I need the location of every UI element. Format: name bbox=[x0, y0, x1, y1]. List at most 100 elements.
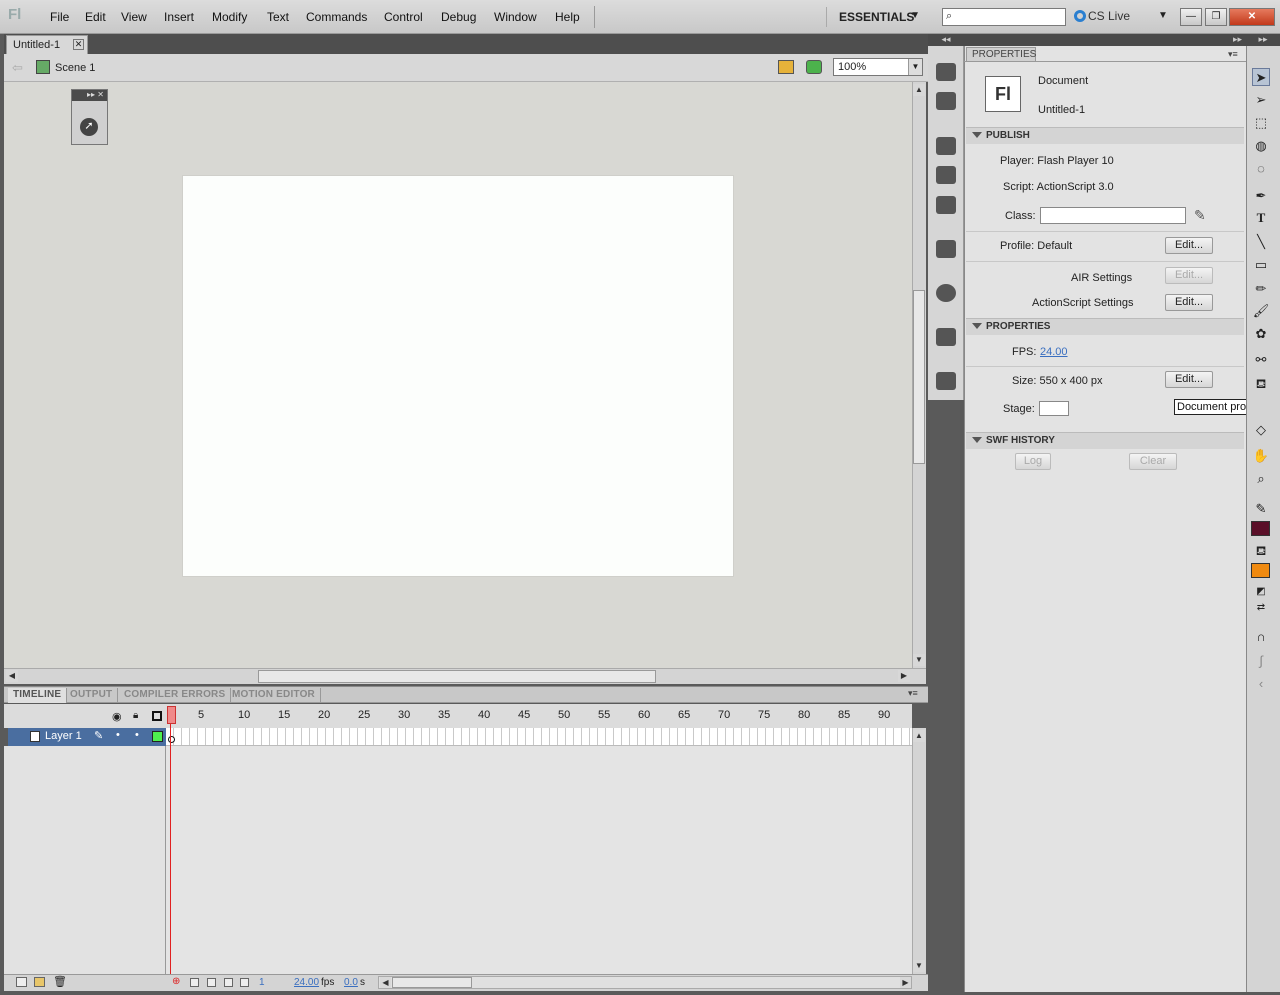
swatches-panel-icon[interactable] bbox=[936, 92, 956, 110]
scroll-right-icon[interactable]: ▶ bbox=[900, 977, 911, 988]
cs-live-button[interactable]: CS Live bbox=[1074, 9, 1130, 23]
text-tool-icon[interactable]: T bbox=[1252, 209, 1270, 227]
menu-window[interactable]: Window bbox=[494, 10, 537, 24]
panel-menu-icon[interactable]: ▾≡ bbox=[1228, 49, 1238, 60]
modify-markers-icon[interactable] bbox=[240, 978, 249, 987]
tab-motion-editor[interactable]: MOTION EDITOR bbox=[227, 688, 321, 703]
zoom-tool-icon[interactable]: ⌕ bbox=[1252, 470, 1270, 488]
cs-live-chevron-icon[interactable]: ▼ bbox=[1158, 10, 1168, 21]
mini-panel-header[interactable]: ▸▸ ✕ bbox=[72, 90, 107, 101]
pen-tool-icon[interactable]: ✒ bbox=[1252, 187, 1270, 205]
selection-tool-icon[interactable]: ➤ bbox=[1252, 68, 1270, 86]
pencil-icon[interactable]: ✎ bbox=[1194, 207, 1206, 224]
fps-value[interactable]: 24.00 bbox=[294, 977, 319, 988]
scroll-up-icon[interactable]: ▲ bbox=[913, 730, 925, 742]
layer-name[interactable]: Layer 1 bbox=[45, 730, 82, 742]
profile-edit-button[interactable]: Edit... bbox=[1165, 237, 1213, 254]
brush-tool-icon[interactable]: 🖌︎ bbox=[1252, 302, 1270, 320]
new-folder-icon[interactable] bbox=[34, 977, 45, 987]
menu-insert[interactable]: Insert bbox=[164, 10, 194, 24]
free-transform-tool-icon[interactable]: ⬚ bbox=[1252, 114, 1270, 132]
line-tool-icon[interactable]: ╲ bbox=[1252, 233, 1270, 251]
menu-commands[interactable]: Commands bbox=[306, 10, 367, 24]
visibility-dot-icon[interactable]: • bbox=[116, 729, 120, 741]
stage-color-swatch[interactable] bbox=[1039, 401, 1069, 416]
scroll-down-icon[interactable]: ▼ bbox=[913, 654, 925, 666]
smooth-icon[interactable]: ∫ bbox=[1252, 652, 1270, 670]
scroll-up-icon[interactable]: ▲ bbox=[913, 84, 925, 96]
swf-history-section-header[interactable]: SWF HISTORY bbox=[966, 432, 1244, 449]
snap-to-objects-icon[interactable]: ∩ bbox=[1252, 628, 1270, 646]
straighten-icon[interactable]: ‹ bbox=[1252, 675, 1270, 693]
class-input[interactable] bbox=[1040, 207, 1186, 224]
panel-menu-icon[interactable]: ▾≡ bbox=[908, 688, 918, 699]
edit-symbols-icon[interactable] bbox=[806, 60, 822, 74]
workspace-switcher[interactable]: ESSENTIALS ▼ bbox=[826, 7, 926, 27]
lock-icon[interactable]: 🔒︎ bbox=[133, 710, 138, 721]
publish-section-header[interactable]: PUBLISH bbox=[966, 127, 1244, 144]
color-panel-icon[interactable] bbox=[936, 63, 956, 81]
new-layer-icon[interactable] bbox=[16, 977, 27, 987]
current-frame[interactable]: 1 bbox=[259, 977, 265, 988]
size-edit-button[interactable]: Edit... bbox=[1165, 371, 1213, 388]
close-icon[interactable]: ✕ bbox=[73, 39, 84, 50]
lock-dot-icon[interactable]: • bbox=[135, 729, 139, 741]
components-panel-icon[interactable] bbox=[936, 166, 956, 184]
log-button[interactable]: Log bbox=[1015, 453, 1051, 470]
timeline-horizontal-scroll-thumb[interactable] bbox=[392, 977, 472, 988]
tab-compiler-errors[interactable]: COMPILER ERRORS bbox=[119, 688, 232, 703]
minimize-button[interactable]: — bbox=[1180, 8, 1202, 26]
eye-icon[interactable]: ◉ bbox=[112, 710, 122, 723]
chevron-down-icon[interactable]: ▼ bbox=[908, 59, 922, 75]
lasso-tool-icon[interactable]: ◌ bbox=[1252, 160, 1270, 178]
scene-label[interactable]: Scene 1 bbox=[55, 62, 95, 74]
onion-skin-icon[interactable] bbox=[190, 978, 199, 987]
menu-text[interactable]: Text bbox=[267, 10, 289, 24]
scroll-right-icon[interactable]: ▶ bbox=[898, 670, 910, 682]
restore-button[interactable]: ❐ bbox=[1205, 8, 1227, 26]
motion-presets-icon[interactable]: ➚ bbox=[80, 118, 98, 136]
trash-icon[interactable]: 🗑︎ bbox=[53, 975, 67, 988]
actionscript-settings-edit-button[interactable]: Edit... bbox=[1165, 294, 1213, 311]
air-settings-edit-button[interactable]: Edit... bbox=[1165, 267, 1213, 284]
menu-debug[interactable]: Debug bbox=[441, 10, 476, 24]
menu-file[interactable]: File bbox=[50, 10, 69, 24]
document-tab[interactable]: Untitled-1 ✕ bbox=[6, 35, 88, 54]
properties-section-header[interactable]: PROPERTIES bbox=[966, 318, 1244, 335]
info-icon[interactable] bbox=[936, 284, 956, 302]
playhead[interactable] bbox=[167, 706, 176, 724]
onion-outlines-icon[interactable] bbox=[207, 978, 216, 987]
swap-colors-icon[interactable]: ⇄ bbox=[1252, 599, 1270, 617]
back-arrow-icon[interactable]: ⇦ bbox=[12, 60, 23, 76]
stroke-color-swatch[interactable] bbox=[1251, 521, 1270, 536]
paint-bucket-tool-icon[interactable]: ⛾ bbox=[1252, 375, 1270, 393]
eraser-tool-icon[interactable]: ◇ bbox=[1252, 421, 1270, 439]
edit-scene-icon[interactable] bbox=[778, 60, 794, 74]
transform-panel-icon[interactable] bbox=[936, 240, 956, 258]
tools-expand-icon[interactable]: ▸▸ bbox=[1246, 34, 1280, 46]
deco-tool-icon[interactable]: ✿ bbox=[1252, 325, 1270, 343]
menu-view[interactable]: View bbox=[121, 10, 147, 24]
tab-output[interactable]: OUTPUT bbox=[65, 688, 119, 703]
tab-timeline[interactable]: TIMELINE bbox=[8, 688, 68, 703]
menu-modify[interactable]: Modify bbox=[212, 10, 247, 24]
outline-color-icon[interactable] bbox=[152, 731, 163, 742]
menu-control[interactable]: Control bbox=[384, 10, 423, 24]
dock-collapse-icon[interactable]: ◂◂ bbox=[928, 34, 964, 46]
canvas-horizontal-scroll-thumb[interactable] bbox=[258, 670, 656, 683]
tab-properties[interactable]: PROPERTIES bbox=[966, 47, 1036, 62]
canvas-vertical-scroll-thumb[interactable] bbox=[913, 290, 925, 464]
subselection-tool-icon[interactable]: ➢ bbox=[1252, 91, 1270, 109]
layer-frames[interactable] bbox=[166, 728, 912, 746]
scroll-left-icon[interactable]: ◀ bbox=[6, 670, 18, 682]
fps-input[interactable]: 24.00 bbox=[1040, 346, 1068, 358]
align-panel-icon[interactable] bbox=[936, 328, 956, 346]
close-window-button[interactable]: ✕ bbox=[1229, 8, 1275, 26]
menu-help[interactable]: Help bbox=[555, 10, 580, 24]
fill-color-swatch[interactable] bbox=[1251, 563, 1270, 578]
timeline-vertical-scrollbar[interactable] bbox=[912, 728, 926, 974]
zoom-select[interactable]: 100% ▼ bbox=[833, 58, 923, 76]
pencil-tool-icon[interactable]: ✏ bbox=[1252, 280, 1270, 298]
rectangle-tool-icon[interactable]: ▭ bbox=[1252, 256, 1270, 274]
scroll-left-icon[interactable]: ◀ bbox=[380, 977, 391, 988]
